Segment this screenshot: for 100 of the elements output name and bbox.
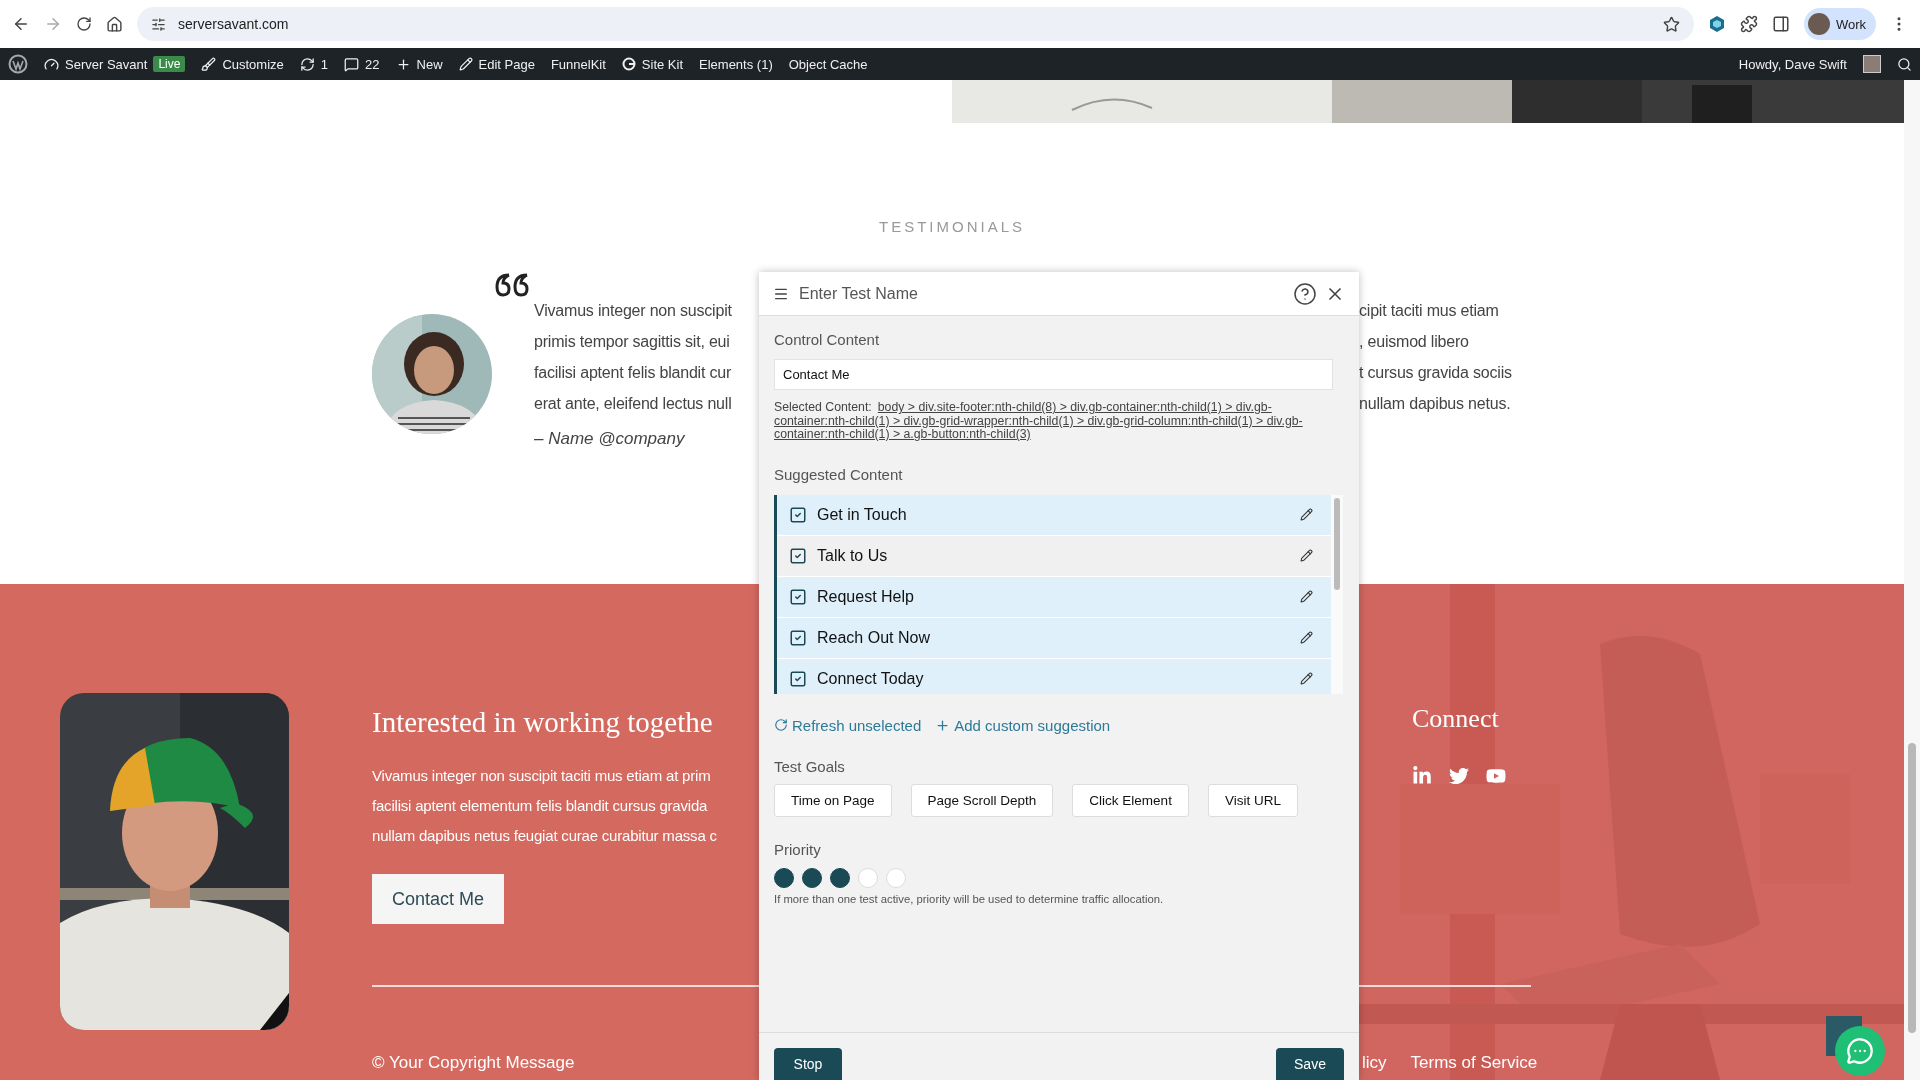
control-content-field[interactable]: Contact Me bbox=[774, 359, 1333, 390]
admin-bar-item[interactable]: New bbox=[395, 56, 443, 72]
admin-bar-item[interactable]: Customize bbox=[201, 56, 284, 72]
site-info-icon[interactable] bbox=[151, 16, 166, 32]
testimonial-text: cipit taciti mus etiam bbox=[1359, 301, 1500, 321]
url-text: serversavant.com bbox=[178, 16, 290, 32]
linkedin-icon[interactable] bbox=[1412, 766, 1432, 786]
action-link[interactable]: Add custom suggestion bbox=[935, 716, 1111, 734]
pencil-icon bbox=[458, 57, 473, 71]
footer-paragraph: Vivamus integer non suscipit taciti mus etiam at prim facilisi aptent elementum felis blandit cursus gravida nullam dapibus netus feugiat curae curabitur massa c bbox=[372, 766, 717, 846]
admin-bar-item[interactable]: 1 bbox=[299, 56, 329, 72]
circle-logo-icon bbox=[621, 57, 636, 71]
footer-link[interactable]: Terms of Service bbox=[1410, 1051, 1538, 1075]
logo-icon[interactable] bbox=[8, 54, 28, 74]
status-badge: Live bbox=[153, 56, 186, 72]
goal-button[interactable]: Click Element bbox=[1072, 783, 1189, 817]
extension-icon[interactable] bbox=[1707, 15, 1726, 33]
refresh-icon bbox=[299, 56, 315, 72]
priority-note: If more than one test active, priority will be used to determine traffic allocation. bbox=[774, 892, 1164, 905]
suggestion-text: Connect Today bbox=[817, 669, 925, 688]
edit-icon[interactable] bbox=[1300, 631, 1313, 644]
suggestion-text: Request Help bbox=[817, 587, 915, 606]
twitter-icon[interactable] bbox=[1449, 766, 1469, 786]
home-icon[interactable] bbox=[106, 15, 123, 33]
admin-bar-item[interactable]: FunnelKit bbox=[550, 56, 606, 72]
admin-bar-item[interactable]: Edit Page bbox=[458, 56, 535, 72]
priority-dot[interactable] bbox=[830, 867, 850, 888]
admin-bar-item[interactable]: Server Savant Live bbox=[44, 56, 186, 72]
testimonial-text: erat ante, eleifend lectus null bbox=[534, 394, 733, 414]
avatar-icon bbox=[1863, 55, 1881, 73]
suggestion-text: Reach Out Now bbox=[817, 628, 931, 647]
back-icon[interactable] bbox=[12, 15, 30, 33]
bookmark-star-icon[interactable] bbox=[1662, 15, 1680, 33]
footer-heading: Connect bbox=[1412, 703, 1500, 735]
admin-bar-item[interactable]: Site Kit bbox=[621, 56, 683, 72]
avatar-icon bbox=[1807, 13, 1830, 35]
footer-heading: Interested in working togethe bbox=[372, 705, 713, 740]
edit-icon[interactable] bbox=[1300, 508, 1313, 521]
footer-link[interactable]: licy bbox=[1362, 1051, 1387, 1075]
side-panel-icon[interactable] bbox=[1771, 15, 1790, 33]
testimonial-author: – Name @company bbox=[534, 429, 685, 449]
suggestion-text: Get in Touch bbox=[817, 505, 908, 524]
save-button[interactable]: Save bbox=[1276, 1048, 1344, 1080]
help-button[interactable] bbox=[1293, 281, 1317, 306]
copyright-text: © Your Copyright Message bbox=[372, 1053, 575, 1072]
chat-icon bbox=[1846, 1037, 1874, 1065]
testimonial-text: , euismod libero bbox=[1359, 332, 1470, 352]
dashboard-icon bbox=[44, 56, 59, 72]
testimonial-text: primis tempor sagittis sit, eui bbox=[534, 332, 731, 352]
scrollbar-thumb[interactable] bbox=[1908, 743, 1916, 1033]
admin-bar-item[interactable]: Object Cache bbox=[788, 56, 868, 72]
scrollbar-thumb[interactable] bbox=[1334, 497, 1340, 590]
suggestion-row[interactable]: Get in Touch bbox=[777, 494, 1331, 536]
priority-dot[interactable] bbox=[802, 867, 822, 888]
testimonial-text: facilisi aptent felis blandit cur bbox=[534, 363, 733, 383]
search-icon[interactable] bbox=[1897, 56, 1912, 72]
extensions-icon[interactable] bbox=[1739, 15, 1758, 33]
comment-icon bbox=[344, 56, 360, 72]
title-bar[interactable]: Enter Test Name bbox=[759, 272, 1359, 316]
admin-bar-item[interactable]: Elements (1) bbox=[699, 56, 773, 72]
test-name-field[interactable]: Enter Test Name bbox=[797, 283, 1285, 304]
testimonial-text: Vivamus integer non suscipit bbox=[534, 301, 733, 321]
address-bar[interactable]: serversavant.com bbox=[137, 7, 1694, 41]
edit-icon[interactable] bbox=[1300, 549, 1313, 562]
section-label: Test Goals bbox=[774, 756, 845, 777]
checkbox[interactable] bbox=[789, 587, 807, 606]
stop-button[interactable]: Stop bbox=[774, 1048, 842, 1080]
suggestion-row[interactable]: Request Help bbox=[777, 576, 1331, 618]
edit-icon[interactable] bbox=[1300, 590, 1313, 603]
refresh-icon bbox=[774, 718, 788, 732]
testimonial-text: nullam dapibus netus. bbox=[1359, 394, 1512, 414]
goal-button[interactable]: Visit URL bbox=[1207, 783, 1298, 817]
checkbox[interactable] bbox=[789, 628, 807, 647]
checkbox[interactable] bbox=[789, 546, 807, 565]
quote-icon bbox=[494, 272, 530, 298]
goal-button[interactable]: Page Scroll Depth bbox=[910, 783, 1054, 817]
checkbox[interactable] bbox=[789, 669, 807, 688]
priority-dot[interactable] bbox=[774, 867, 794, 888]
plus-icon bbox=[395, 56, 411, 72]
priority-rating[interactable] bbox=[774, 867, 906, 888]
contact-button[interactable]: Contact Me bbox=[372, 874, 504, 924]
section-label: Suggested Content bbox=[774, 464, 903, 485]
field-label: Control Content bbox=[774, 330, 880, 350]
reload-icon[interactable] bbox=[76, 16, 92, 32]
testimonial-text: t cursus gravida sociis bbox=[1359, 363, 1512, 383]
edit-icon[interactable] bbox=[1300, 672, 1313, 685]
profile-button[interactable]: Work bbox=[1803, 8, 1876, 40]
user-greeting[interactable]: Howdy, Dave Swift bbox=[1738, 56, 1847, 72]
admin-bar-item[interactable]: 22 bbox=[344, 56, 380, 72]
suggestion-text: Talk to Us bbox=[817, 546, 889, 565]
selected-content-text: Selected Content: body > div.site-footer:nth-child(8) > div.gb-container:nth-child(1) > div.gb-container:nth-child(1) > div.gb-grid-wrapper:nth-child(1) > div.gb-grid-column:nth-child(1) > div.gb-container:nth-child(1) > a.gb-button:nth-child(3) bbox=[774, 401, 1304, 442]
plus-icon bbox=[935, 717, 951, 733]
goal-button[interactable]: Time on Page bbox=[774, 783, 892, 817]
checkbox[interactable] bbox=[789, 505, 807, 524]
section-label: Priority bbox=[774, 839, 821, 860]
section-heading: TESTIMONIALS bbox=[878, 218, 1026, 235]
action-link[interactable]: Refresh unselected bbox=[774, 716, 922, 734]
suggestion-row[interactable]: Reach Out Now bbox=[777, 617, 1331, 659]
suggestion-row[interactable]: Connect Today bbox=[777, 658, 1331, 694]
brush-icon bbox=[201, 56, 217, 72]
